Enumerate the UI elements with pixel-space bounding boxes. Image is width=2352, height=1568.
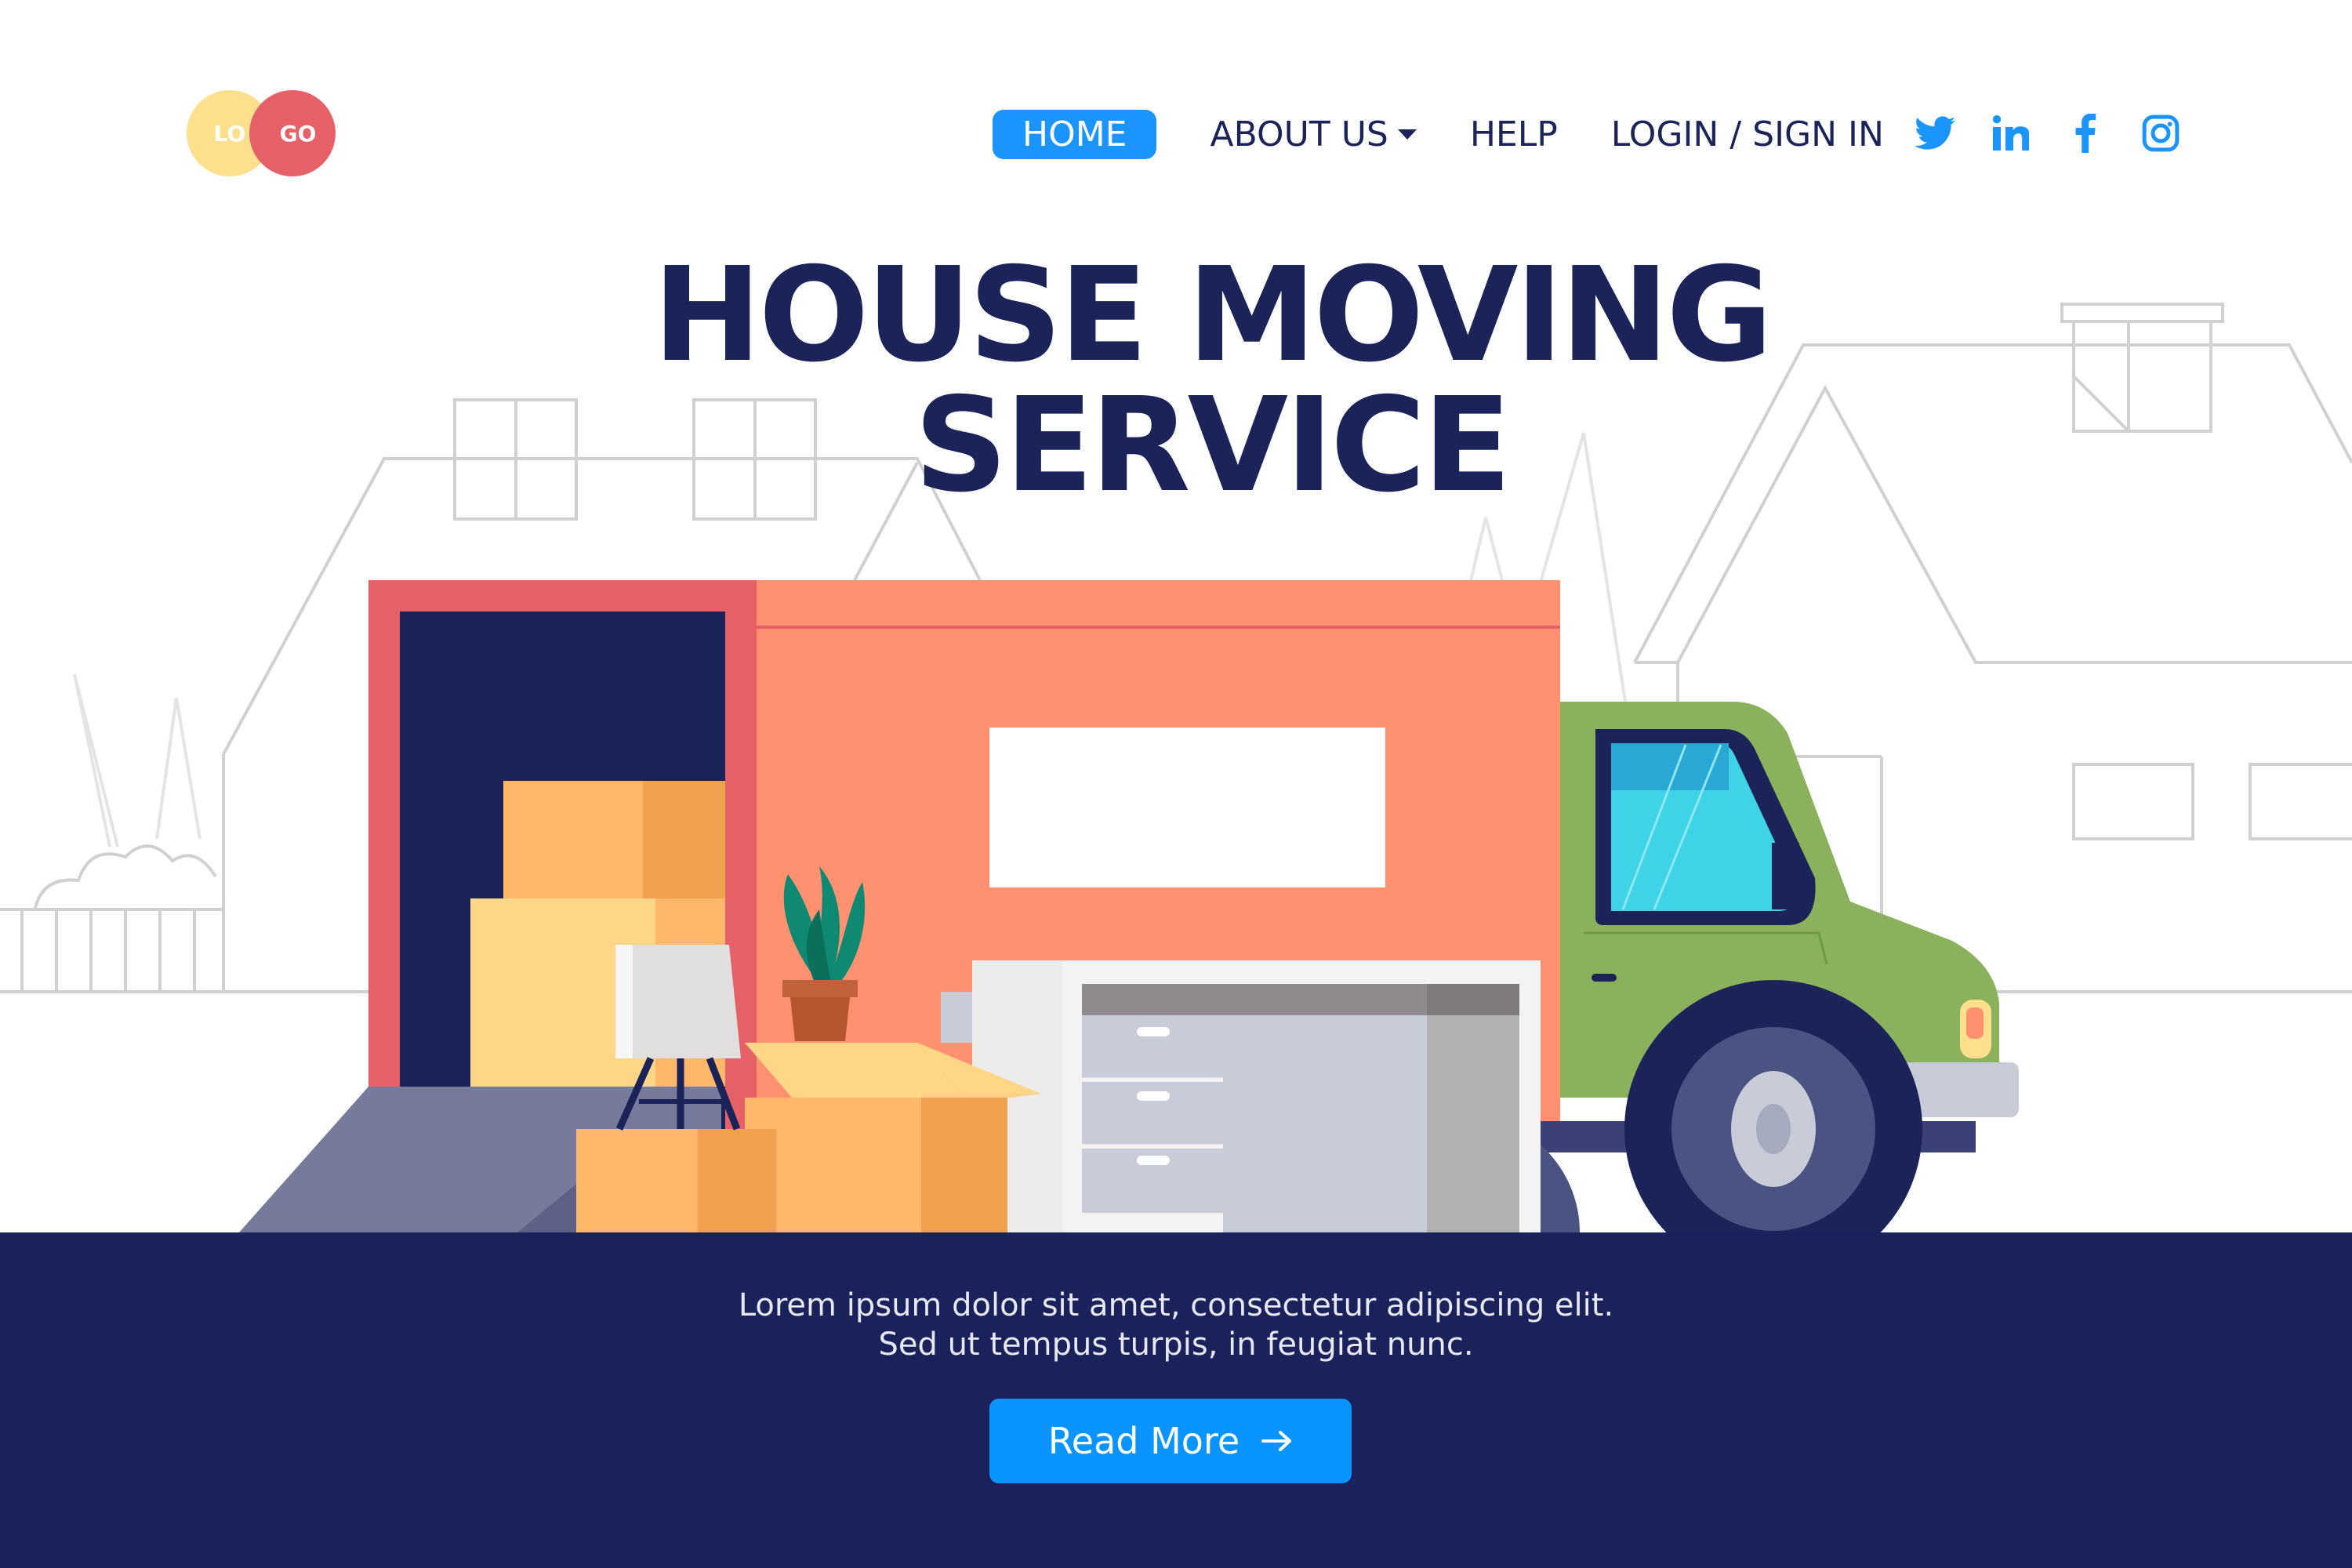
arrow-right-icon — [1261, 1429, 1293, 1453]
page-title-line-2: SERVICE — [913, 370, 1512, 521]
nav-home[interactable]: HOME — [993, 109, 1157, 159]
main-navigation: HOME ABOUT US HELP LOGIN / SIGN IN — [993, 106, 1937, 162]
nav-help[interactable]: HELP — [1470, 114, 1558, 154]
hero-description-line-2: Sed ut tempus turpis, in feugiat nunc. — [878, 1327, 1474, 1363]
page-title: HOUSE MOVING SERVICE — [0, 251, 2352, 511]
nav-about-us-label: ABOUT US — [1210, 114, 1388, 154]
logo-circle-right: GO — [249, 90, 336, 176]
desk-drawer-1 — [1082, 1015, 1223, 1080]
logo[interactable]: LO GO — [187, 90, 336, 176]
social-links — [1913, 111, 2214, 155]
nav-login-sign-in[interactable]: LOGIN / SIGN IN — [1611, 114, 1884, 154]
landing-page: LO GO HOME ABOUT US HELP LOGIN / SIGN IN… — [0, 0, 2352, 1568]
read-more-button[interactable]: Read More — [989, 1399, 1352, 1483]
page-title-line-1: HOUSE MOVING — [652, 240, 1773, 391]
truck-sign-panel — [989, 728, 1385, 887]
instagram-icon[interactable] — [2139, 111, 2183, 155]
hero-description-line-1: Lorem ipsum dolor sit amet, consectetur … — [738, 1287, 1614, 1323]
facebook-icon[interactable] — [2063, 111, 2107, 155]
nav-about-us[interactable]: ABOUT US — [1210, 114, 1417, 154]
twitter-icon[interactable] — [1913, 111, 1957, 155]
moving-truck-illustration — [0, 303, 2352, 1239]
linkedin-icon[interactable] — [1988, 111, 2032, 155]
hero-description: Lorem ipsum dolor sit amet, consectetur … — [0, 1286, 2352, 1364]
read-more-label: Read More — [1047, 1420, 1240, 1462]
chevron-down-icon — [1397, 129, 1417, 140]
